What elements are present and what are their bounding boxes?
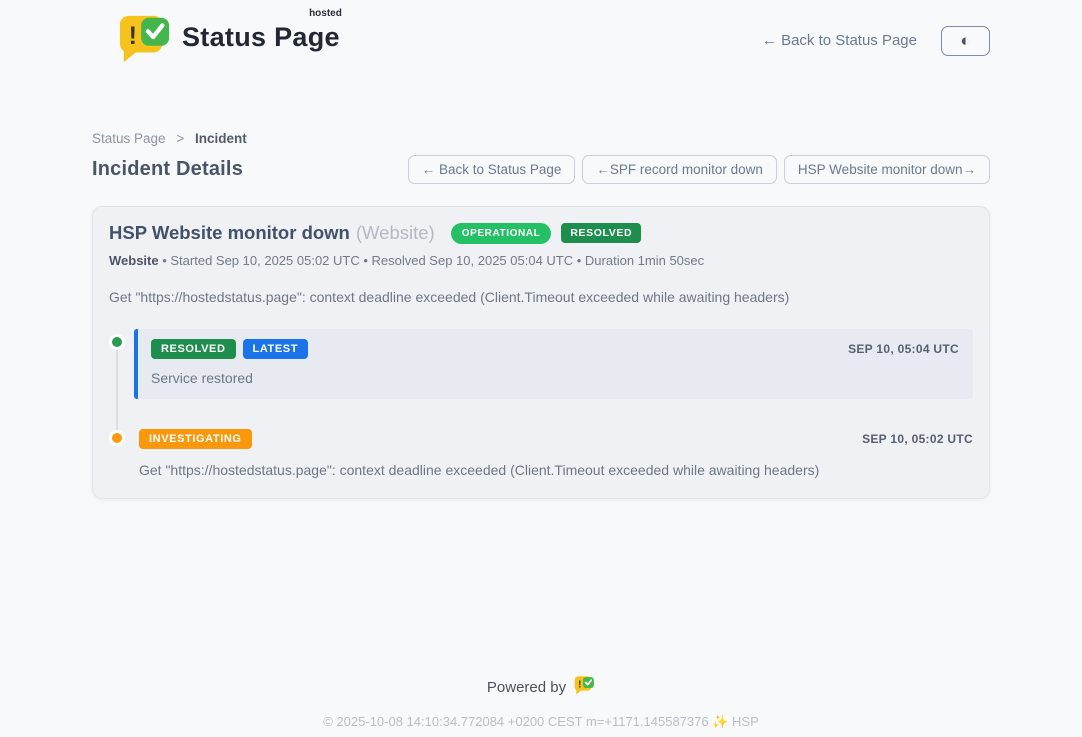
incident-card: HSP Website monitor down (Website) OPERA… (92, 206, 990, 499)
incident-description: Get "https://hostedstatus.page": context… (109, 289, 973, 305)
timeline-dot-green-icon (109, 334, 125, 350)
brand-hosted-label: hosted (309, 8, 342, 19)
header-back-to-status-page-link[interactable]: ← Back to Status Page (762, 32, 917, 49)
timeline-entry-investigating: INVESTIGATING SEP 10, 05:02 UTC Get "htt… (109, 429, 973, 478)
brand-text: Status Page hosted (182, 12, 340, 53)
investigating-badge: INVESTIGATING (139, 429, 252, 449)
svg-text:!: ! (578, 679, 581, 690)
incident-title-row: HSP Website monitor down (Website) OPERA… (109, 222, 973, 244)
resolved-badge: RESOLVED (151, 339, 236, 359)
status-page-logo-icon: ! (118, 12, 172, 69)
footer: Powered by ! © 2025-10-08 14:10:34.77208… (92, 675, 990, 730)
next-incident-button[interactable]: HSP Website monitor down→ (784, 155, 990, 184)
back-to-status-page-button[interactable]: ← Back to Status Page (408, 155, 576, 184)
timeline-message: Service restored (151, 370, 959, 386)
timeline-entry-resolved: RESOLVED LATEST SEP 10, 05:04 UTC Servic… (109, 329, 973, 399)
timeline-dot-orange-icon (109, 430, 125, 446)
timeline-entry-head: INVESTIGATING SEP 10, 05:02 UTC (139, 429, 973, 449)
resolved-status-badge: RESOLVED (561, 223, 641, 243)
incident-meta-component: Website (109, 253, 159, 268)
brand-logo[interactable]: ! Status Page hosted (92, 12, 340, 69)
incident-nav-buttons: ← Back to Status Page ←SPF record monito… (408, 155, 990, 184)
incident-title: HSP Website monitor down (109, 222, 350, 244)
incident-meta: Website • Started Sep 10, 2025 05:02 UTC… (109, 253, 973, 268)
timeline-timestamp: SEP 10, 05:02 UTC (862, 432, 973, 446)
theme-toggle-button[interactable]: ◐ (941, 26, 990, 56)
breadcrumb-status-page[interactable]: Status Page (92, 131, 166, 146)
svg-text:!: ! (129, 22, 137, 50)
page-title: Incident Details (92, 158, 243, 181)
page-container: ! Status Page hosted ← Back to Status Pa… (92, 0, 990, 730)
operational-status-badge: OPERATIONAL (451, 223, 552, 244)
header: ! Status Page hosted ← Back to Status Pa… (92, 0, 990, 69)
previous-incident-button[interactable]: ←SPF record monitor down (582, 155, 777, 184)
breadcrumb-separator: > (176, 131, 184, 146)
timeline-entry-box: RESOLVED LATEST SEP 10, 05:04 UTC Servic… (134, 329, 973, 399)
half-circle-contrast-icon: ◐ (960, 32, 970, 49)
title-row: Incident Details ← Back to Status Page ←… (92, 155, 990, 184)
powered-by-label: Powered by (487, 679, 566, 696)
timeline-entry-content: INVESTIGATING SEP 10, 05:02 UTC Get "htt… (139, 429, 973, 478)
header-right: ← Back to Status Page ◐ (762, 26, 990, 56)
breadcrumb: Status Page > Incident (92, 131, 990, 146)
incident-timeline: RESOLVED LATEST SEP 10, 05:04 UTC Servic… (109, 329, 973, 478)
status-page-mini-logo-icon: ! (574, 675, 595, 699)
brand-name: Status Page (182, 22, 340, 52)
timeline-message: Get "https://hostedstatus.page": context… (139, 462, 973, 478)
incident-component-label: (Website) (356, 222, 435, 244)
latest-badge: LATEST (243, 339, 309, 359)
breadcrumb-incident: Incident (195, 131, 247, 146)
incident-meta-times: • Started Sep 10, 2025 05:02 UTC • Resol… (159, 253, 705, 268)
timeline-entry-head: RESOLVED LATEST SEP 10, 05:04 UTC (151, 339, 959, 359)
timeline-timestamp: SEP 10, 05:04 UTC (848, 342, 959, 356)
copyright-text: © 2025-10-08 14:10:34.772084 +0200 CEST … (92, 714, 990, 730)
powered-by-link[interactable]: Powered by ! (487, 675, 595, 699)
